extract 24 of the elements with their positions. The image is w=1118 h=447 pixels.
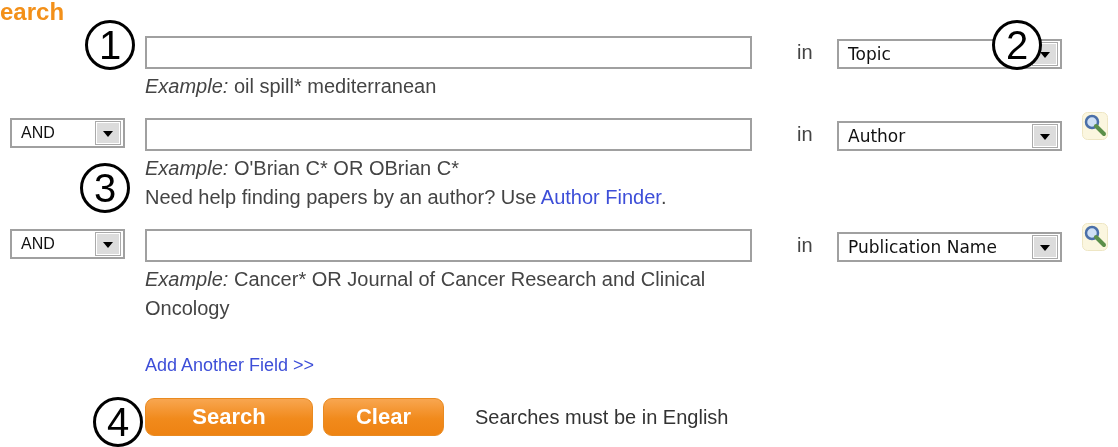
search-icon[interactable] — [1082, 223, 1108, 251]
dropdown[interactable]: Author — [837, 121, 1062, 151]
author-finder-link[interactable]: Author Finder — [540, 186, 661, 208]
page-heading: earch — [0, 0, 66, 24]
search-field[interactable] — [145, 229, 752, 262]
language-note: Searches must be in English — [475, 405, 729, 429]
example-text: Example: O'Brian C* OR OBrian C* — [145, 156, 460, 181]
in-label: in — [797, 233, 814, 258]
search-field[interactable] — [145, 118, 752, 151]
dropdown[interactable]: AND — [10, 118, 125, 148]
callout-number: 1 — [85, 20, 135, 70]
callout-number: 3 — [80, 163, 130, 213]
callout-number: 2 — [992, 20, 1042, 70]
callout-number: 4 — [93, 397, 143, 447]
example-text: Example: Cancer* OR Journal of Cancer Research and Clinical Oncology — [145, 267, 707, 321]
dropdown[interactable]: AND — [10, 229, 125, 259]
dropdown[interactable]: Publication Name — [837, 232, 1062, 262]
help-text: Need help finding papers by an author? Use Author Finder. — [145, 185, 668, 210]
example-text: Example: oil spill* mediterranean — [145, 74, 438, 99]
search-field[interactable] — [145, 36, 752, 69]
add-field-link[interactable]: Add Another Field >> — [145, 354, 315, 376]
in-label: in — [797, 122, 814, 147]
in-label: in — [797, 40, 814, 65]
search-icon[interactable] — [1082, 112, 1108, 140]
